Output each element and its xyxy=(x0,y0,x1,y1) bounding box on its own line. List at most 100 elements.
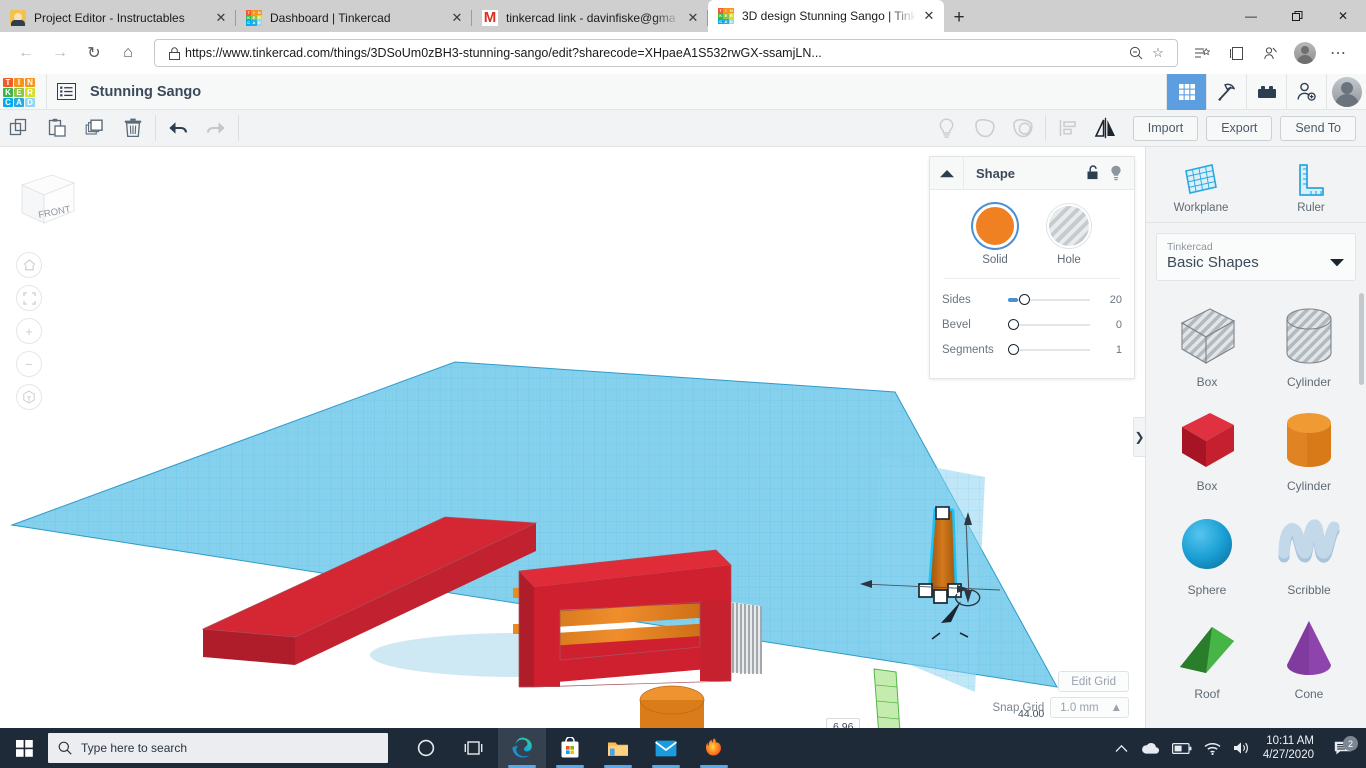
group-shapes-icon[interactable] xyxy=(966,110,1004,147)
browser-menu-icon[interactable]: ⋯ xyxy=(1322,37,1354,69)
shape-box-hole[interactable]: Box xyxy=(1156,293,1258,391)
send-to-button[interactable]: Send To xyxy=(1280,115,1356,141)
taskbar-search-box[interactable]: Type here to search xyxy=(48,733,388,763)
duplicate-icon[interactable] xyxy=(76,110,114,147)
hole-swatch[interactable]: Hole xyxy=(1047,204,1091,266)
show-hidden-icons[interactable] xyxy=(1115,744,1128,753)
browser-tab-3[interactable]: TIN KER CAD 3D design Stunning Sango | T… xyxy=(708,0,944,32)
lightbulb-icon[interactable] xyxy=(1110,165,1122,181)
align-icon[interactable] xyxy=(1049,110,1087,147)
file-explorer-icon[interactable] xyxy=(594,728,642,768)
home-view-icon[interactable] xyxy=(16,252,42,278)
ruler-tool[interactable]: Ruler xyxy=(1256,161,1366,214)
document-title[interactable]: Stunning Sango xyxy=(90,84,201,100)
zoom-out-icon[interactable]: − xyxy=(16,351,42,377)
tools-pickaxe-icon[interactable] xyxy=(1206,73,1246,110)
browser-tab-0[interactable]: Project Editor - Instructables ✕ xyxy=(0,3,236,32)
home-icon[interactable]: ⌂ xyxy=(112,37,144,69)
mirror-flip-icon[interactable] xyxy=(1087,110,1125,147)
solid-swatch[interactable]: Solid xyxy=(973,204,1017,266)
cortana-icon[interactable] xyxy=(402,728,450,768)
fit-to-view-icon[interactable] xyxy=(16,285,42,311)
onedrive-icon[interactable] xyxy=(1140,741,1160,755)
blocks-brick-icon[interactable] xyxy=(1246,73,1286,110)
sides-value[interactable]: 20 xyxy=(1100,294,1122,306)
undo-icon[interactable] xyxy=(159,110,197,147)
browser-tab-1[interactable]: TIN KER CAD Dashboard | Tinkercad ✕ xyxy=(236,3,472,32)
tinkercad-logo[interactable]: T I N K E R C A D xyxy=(2,77,36,107)
window-minimize-button[interactable]: — xyxy=(1228,0,1274,32)
segments-slider[interactable] xyxy=(1008,342,1094,358)
sidebar-scrollbar-thumb[interactable] xyxy=(1359,293,1364,385)
ungroup-shapes-icon[interactable] xyxy=(1004,110,1042,147)
microsoft-store-icon[interactable] xyxy=(546,728,594,768)
window-close-button[interactable]: ✕ xyxy=(1320,0,1366,32)
taskbar-clock[interactable]: 10:11 AM 4/27/2020 xyxy=(1263,734,1314,762)
shape-roof[interactable]: Roof xyxy=(1156,605,1258,703)
redo-icon[interactable] xyxy=(197,110,235,147)
slider-knob[interactable] xyxy=(1008,319,1019,330)
import-button[interactable]: Import xyxy=(1132,115,1199,141)
notification-center-icon[interactable]: 2 xyxy=(1326,736,1360,756)
shape-library-select[interactable]: Tinkercad Basic Shapes xyxy=(1156,233,1356,281)
favorites-icon[interactable] xyxy=(1186,37,1218,69)
add-user-icon[interactable] xyxy=(1286,73,1326,110)
task-view-icon[interactable] xyxy=(450,728,498,768)
grid-gallery-icon[interactable] xyxy=(1166,73,1206,110)
browser-tab-2[interactable]: tinkercad link - davinfiske@gma ✕ xyxy=(472,3,708,32)
lightbulb-hint-icon[interactable] xyxy=(928,110,966,147)
forward-icon[interactable]: → xyxy=(44,37,76,69)
panel-collapse-icon[interactable] xyxy=(930,156,964,190)
collections-icon[interactable] xyxy=(1220,37,1252,69)
address-bar[interactable]: https://www.tinkercad.com/things/3DSoUm0… xyxy=(154,39,1178,67)
zoom-in-icon[interactable]: + xyxy=(16,318,42,344)
zoom-out-page-icon[interactable] xyxy=(1125,42,1147,64)
shape-cone[interactable]: Cone xyxy=(1258,605,1360,703)
profile-share-icon[interactable] xyxy=(1254,37,1286,69)
sides-slider[interactable] xyxy=(1008,292,1094,308)
reload-icon[interactable]: ↻ xyxy=(78,37,110,69)
edit-grid-button[interactable]: Edit Grid xyxy=(1058,671,1129,692)
tab-close-icon[interactable]: ✕ xyxy=(448,9,466,27)
tab-close-icon[interactable]: ✕ xyxy=(212,9,230,27)
bevel-slider[interactable] xyxy=(1008,317,1094,333)
workplane-tool[interactable]: Workplane xyxy=(1146,161,1256,214)
list-menu-icon[interactable] xyxy=(57,83,76,100)
orthographic-toggle-icon[interactable] xyxy=(16,384,42,410)
shape-sphere[interactable]: Sphere xyxy=(1156,501,1258,599)
mail-icon[interactable] xyxy=(642,728,690,768)
delete-trash-icon[interactable] xyxy=(114,110,152,147)
export-button[interactable]: Export xyxy=(1206,115,1273,141)
volume-icon[interactable] xyxy=(1233,741,1251,755)
sidebar-collapse-toggle[interactable]: ❯ xyxy=(1133,417,1146,457)
tab-close-icon[interactable]: ✕ xyxy=(684,9,702,27)
tab-close-icon[interactable]: ✕ xyxy=(920,7,938,25)
copy-icon[interactable] xyxy=(0,110,38,147)
account-avatar[interactable] xyxy=(1326,73,1366,110)
browser-profile-avatar[interactable] xyxy=(1294,42,1316,64)
segments-value[interactable]: 1 xyxy=(1100,344,1122,356)
bookmark-star-icon[interactable]: ☆ xyxy=(1147,42,1169,64)
solid-swatch-circle[interactable] xyxy=(973,204,1017,248)
padlock-open-icon[interactable] xyxy=(1086,165,1100,181)
microsoft-edge-icon[interactable] xyxy=(498,728,546,768)
shape-cylinder[interactable]: Cylinder xyxy=(1258,397,1360,495)
slider-knob[interactable] xyxy=(1019,294,1030,305)
view-cube[interactable]: FRONT xyxy=(16,171,78,231)
chevron-down-icon[interactable] xyxy=(1329,258,1345,271)
shape-scribble[interactable]: Scribble xyxy=(1258,501,1360,599)
window-maximize-button[interactable] xyxy=(1274,0,1320,32)
bevel-value[interactable]: 0 xyxy=(1100,319,1122,331)
hole-swatch-circle[interactable] xyxy=(1047,204,1091,248)
shape-cylinder-hole[interactable]: Cylinder xyxy=(1258,293,1360,391)
shape-box[interactable]: Box xyxy=(1156,397,1258,495)
url-text[interactable]: https://www.tinkercad.com/things/3DSoUm0… xyxy=(185,46,1125,60)
snap-grid-select[interactable]: 1.0 mm ▲ xyxy=(1050,697,1129,718)
wifi-icon[interactable] xyxy=(1204,742,1221,755)
back-icon[interactable]: ← xyxy=(10,37,42,69)
start-button[interactable] xyxy=(0,728,48,768)
battery-icon[interactable] xyxy=(1171,742,1192,754)
paste-icon[interactable] xyxy=(38,110,76,147)
firefox-icon[interactable] xyxy=(690,728,738,768)
new-tab-button[interactable]: + xyxy=(944,4,974,32)
